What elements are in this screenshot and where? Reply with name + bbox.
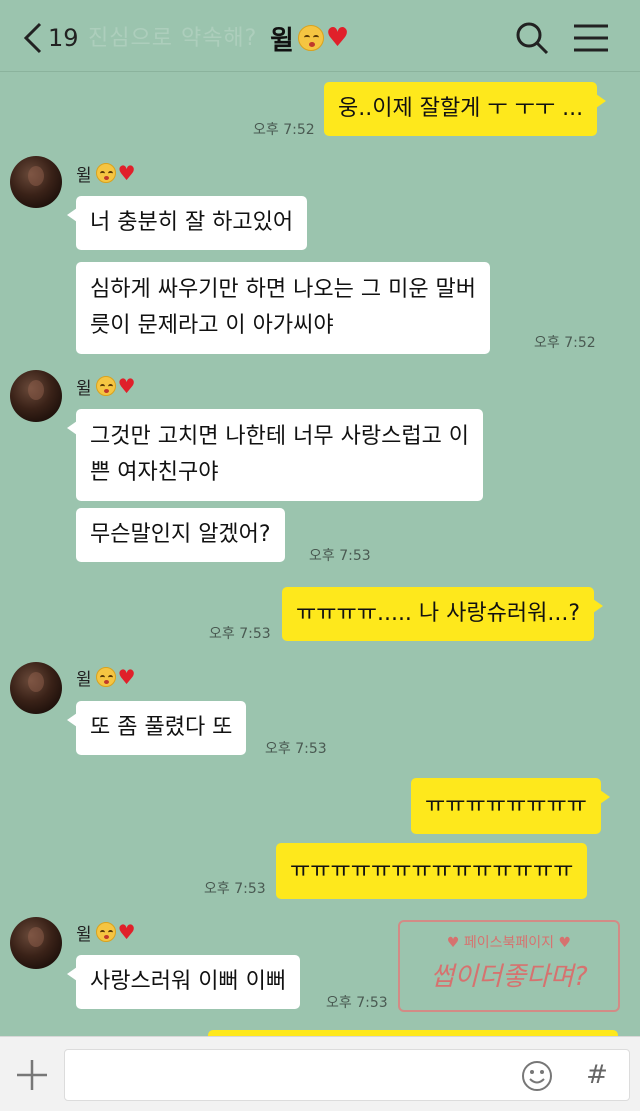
sender-name-text: 윌: [76, 924, 92, 945]
kissing-face-icon: [95, 667, 116, 687]
avatar[interactable]: [10, 662, 62, 714]
chevron-left-icon: [23, 22, 42, 54]
chat-title-text: 윌: [270, 25, 294, 56]
message-time: 오후 7:53: [309, 548, 371, 564]
heart-icon: ♥: [446, 935, 460, 951]
message-line: 쁜 여자친구야: [90, 460, 219, 485]
watermark-top-text: ♥ 페이스북페이지 ♥: [400, 932, 618, 952]
sender-name-text: 윌: [76, 669, 92, 690]
kissing-face-icon: [95, 922, 116, 942]
message-time: 오후 7:53: [204, 881, 266, 897]
avatar[interactable]: [10, 156, 62, 208]
sender-name: 윌 ♥: [76, 373, 136, 399]
heart-icon: ♥: [117, 374, 136, 398]
chat-title: 윌 ♥: [270, 18, 349, 58]
chat-header: 19 진심으로 약속해? 윌 ♥: [0, 0, 640, 72]
heart-icon: ♥: [558, 935, 572, 951]
message-line: 릇이 문제라고 이 아가씨야: [90, 313, 334, 338]
sender-name: 윌 ♥: [76, 160, 136, 186]
plus-icon[interactable]: [14, 1057, 50, 1093]
watermark-stamp: ♥ 페이스북페이지 ♥ 썹이더좋다며?: [398, 920, 620, 1012]
watermark-bottom-text: 썹이더좋다며?: [430, 962, 588, 992]
hashtag-search-button[interactable]: #: [580, 1057, 614, 1093]
friend-message[interactable]: 무슨말인지 알겠어?: [76, 508, 285, 562]
sender-name: 윌 ♥: [76, 919, 136, 945]
kissing-face-icon: [297, 25, 324, 51]
heart-icon: ♥: [117, 161, 136, 185]
message-time: 오후 7:53: [326, 995, 388, 1011]
avatar[interactable]: [10, 917, 62, 969]
friend-message[interactable]: 사랑스러워 이뻐 이뻐: [66, 955, 301, 1009]
message-line: 그것만 고치면 나한테 너무 사랑스럽고 이: [90, 424, 470, 449]
unread-count: 19: [48, 24, 79, 52]
friend-message[interactable]: 심하게 싸우기만 하면 나오는 그 미운 말버 릇이 문제라고 이 아가씨야: [76, 262, 491, 354]
message-line: 심하게 싸우기만 하면 나오는 그 미운 말버: [90, 277, 477, 302]
my-message[interactable]: 웅..이제 잘할게 ㅜ ㅜㅜ ...: [324, 82, 607, 136]
menu-icon[interactable]: [572, 22, 610, 54]
message-time: 오후 7:52: [534, 335, 596, 351]
sender-name-text: 윌: [76, 165, 92, 186]
search-icon[interactable]: [514, 20, 550, 56]
friend-message[interactable]: 그것만 고치면 나한테 너무 사랑스럽고 이 쁜 여자친구야: [66, 409, 484, 501]
watermark-top-label: 페이스북페이지: [463, 935, 555, 951]
message-time: 오후 7:53: [209, 626, 271, 642]
sender-name-text: 윌: [76, 378, 92, 399]
friend-message[interactable]: 너 충분히 잘 하고있어: [66, 196, 308, 250]
heart-icon: ♥: [117, 920, 136, 944]
back-button[interactable]: 19: [22, 18, 79, 58]
heart-icon: ♥: [325, 23, 350, 53]
input-bar: #: [0, 1036, 640, 1111]
my-message[interactable]: ㅠㅠㅠㅠ..... 나 사랑슈러워...?: [282, 587, 604, 641]
kissing-face-icon: [95, 376, 116, 396]
kissing-face-icon: [95, 163, 116, 183]
my-message[interactable]: ㅠㅠㅠㅠㅠㅠㅠㅠㅠㅠㅠㅠㅠㅠ: [276, 843, 588, 899]
heart-icon: ♥: [117, 665, 136, 689]
message-time: 오후 7:52: [253, 122, 315, 138]
avatar[interactable]: [10, 370, 62, 422]
friend-message[interactable]: 또 좀 풀렸다 또: [66, 701, 247, 755]
sender-name: 윌 ♥: [76, 664, 136, 690]
my-message[interactable]: ㅠㅠㅠㅠㅠㅠㅠㅠ: [411, 778, 610, 834]
emoticon-icon[interactable]: [520, 1059, 554, 1093]
message-time: 오후 7:53: [265, 741, 327, 757]
previous-message-ghost: 진심으로 약속해?: [88, 26, 258, 51]
